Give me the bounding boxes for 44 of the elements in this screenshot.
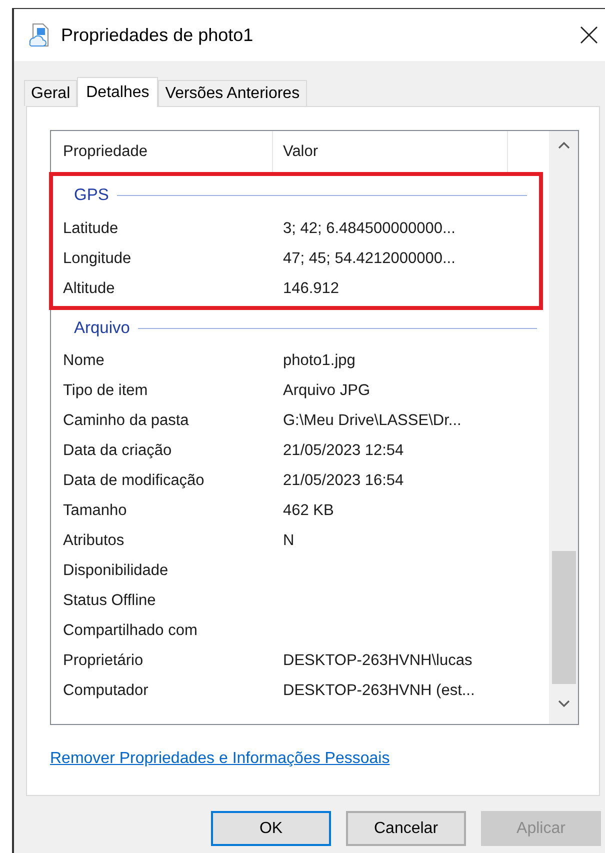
image-file-icon bbox=[28, 23, 50, 47]
scroll-up-icon[interactable] bbox=[558, 141, 570, 149]
remove-properties-link[interactable]: Remover Propriedades e Informações Pessoais bbox=[50, 747, 390, 771]
column-header[interactable]: Valor bbox=[273, 131, 508, 172]
property-name: Nome bbox=[62, 351, 106, 372]
property-name: Tamanho bbox=[62, 501, 128, 522]
property-value: 146.912 bbox=[283, 279, 340, 300]
property-value: 3; 42; 6.484500000000... bbox=[283, 219, 456, 240]
property-name: Caminho da pasta bbox=[62, 411, 190, 432]
tab[interactable]: Geral bbox=[24, 80, 78, 106]
tab[interactable]: Versões Anteriores bbox=[158, 80, 307, 106]
property-name: Computador bbox=[62, 681, 150, 702]
property-name: Data da criação bbox=[62, 441, 173, 462]
property-value: photo1.jpg bbox=[283, 351, 356, 372]
property-name: Compartilhado com bbox=[62, 621, 198, 642]
window-title: Propriedades de photo1 bbox=[61, 24, 254, 47]
group-header: GPS bbox=[73, 184, 110, 206]
property-value: 47; 45; 54.4212000000... bbox=[283, 249, 456, 270]
property-name: Proprietário bbox=[62, 651, 144, 672]
scroll-down-icon[interactable] bbox=[558, 700, 570, 708]
dialog-button[interactable]: OK bbox=[211, 811, 331, 846]
property-name: Latitude bbox=[62, 219, 120, 240]
scrollbar[interactable] bbox=[549, 131, 578, 724]
property-value: N bbox=[283, 531, 294, 552]
property-name: Tipo de item bbox=[62, 381, 149, 402]
property-name: Longitude bbox=[62, 249, 132, 270]
scrollbar-thumb[interactable] bbox=[552, 551, 576, 684]
close-icon[interactable] bbox=[580, 26, 598, 44]
property-value: DESKTOP-263HVNH (est... bbox=[283, 681, 475, 702]
property-value: G:\Meu Drive\LASSE\Dr... bbox=[283, 411, 462, 432]
property-value: 21/05/2023 12:54 bbox=[283, 441, 404, 462]
column-header[interactable]: Propriedade bbox=[51, 131, 273, 172]
property-name: Altitude bbox=[62, 279, 116, 300]
property-name: Data de modificação bbox=[62, 471, 206, 492]
group-header: Arquivo bbox=[73, 318, 131, 339]
property-name: Disponibilidade bbox=[62, 561, 170, 582]
tab[interactable]: Detalhes bbox=[77, 77, 158, 107]
property-value: DESKTOP-263HVNH\lucas bbox=[283, 651, 472, 672]
property-value: 21/05/2023 16:54 bbox=[283, 471, 404, 492]
property-value: 462 KB bbox=[283, 501, 334, 522]
property-value: Arquivo JPG bbox=[283, 381, 370, 402]
property-name: Atributos bbox=[62, 531, 126, 552]
dialog-button[interactable]: Cancelar bbox=[346, 811, 466, 846]
property-name: Status Offline bbox=[62, 591, 157, 612]
